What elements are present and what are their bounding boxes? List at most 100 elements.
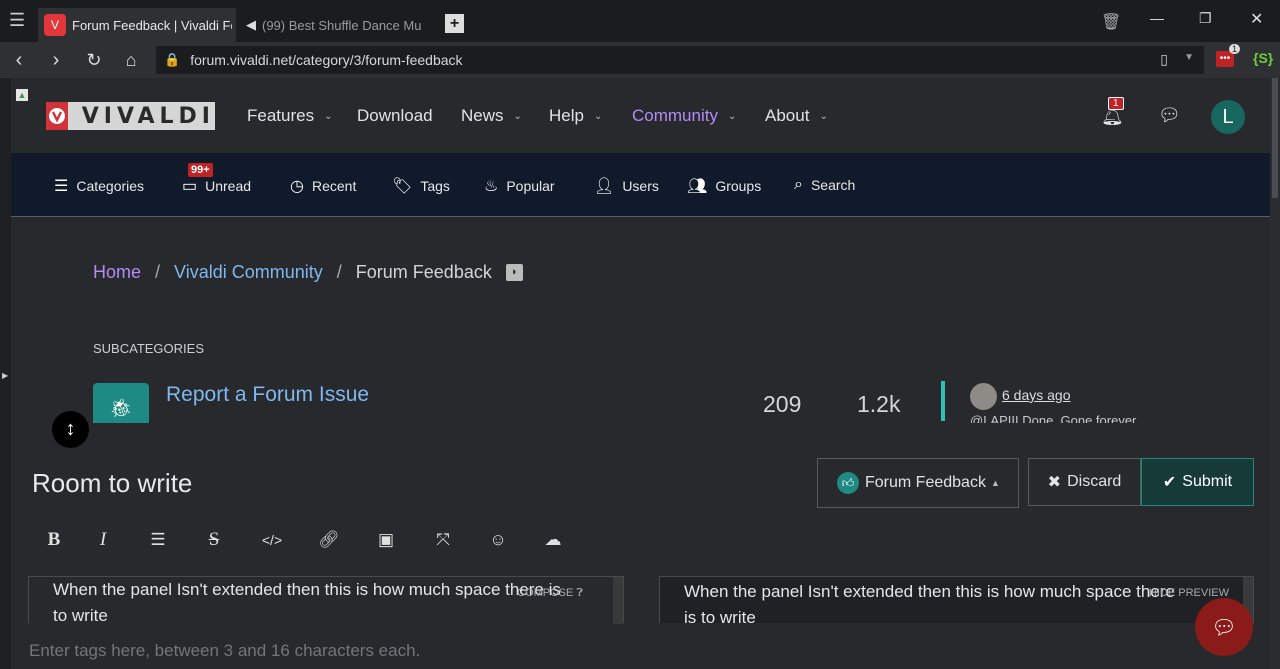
nav-label: Download xyxy=(357,106,433,125)
nav-label: About xyxy=(765,106,810,125)
catbar-users[interactable]: 👤︎ Users xyxy=(594,176,659,196)
fire-icon: ♨ xyxy=(484,178,499,195)
catbar-tags[interactable]: 🏷︎ Tags xyxy=(392,176,450,196)
nav-community[interactable]: Community ⌄ xyxy=(632,106,736,126)
catbar-label: Recent xyxy=(311,178,357,194)
catbar-groups[interactable]: 👥︎ Groups xyxy=(687,176,761,196)
bold-icon[interactable]: B xyxy=(42,528,66,552)
category-selector[interactable]: 👍︎ Forum Feedback ▲ xyxy=(817,458,1019,508)
strikethrough-icon[interactable]: S xyxy=(202,528,226,552)
nav-help[interactable]: Help ⌄ xyxy=(549,106,602,126)
chevron-down-icon[interactable]: ▼ xyxy=(1184,52,1194,63)
compose-textarea[interactable]: When the panel Isn't extended then this … xyxy=(28,576,624,625)
chat-fab-button[interactable]: 💬︎ xyxy=(1195,598,1253,656)
nav-about[interactable]: About ⌄ xyxy=(765,106,828,126)
code-extension-icon[interactable]: {S} xyxy=(1253,50,1273,66)
last-poster-avatar[interactable] xyxy=(970,383,997,410)
chat-icon: 💬︎ xyxy=(1211,616,1237,639)
last-post-time-link[interactable]: 6 days ago xyxy=(1002,387,1071,403)
nav-features[interactable]: Features ⌄ xyxy=(247,106,332,126)
italic-icon[interactable]: I xyxy=(91,528,115,552)
close-icon: ✖ xyxy=(1047,474,1062,491)
vivaldi-menu-icon[interactable]: ☰ xyxy=(9,10,25,31)
breadcrumb-home[interactable]: Home xyxy=(93,262,141,283)
catbar-label: Groups xyxy=(715,178,762,194)
catbar-popular[interactable]: ♨ Popular xyxy=(484,176,555,196)
reload-button[interactable]: ↻ xyxy=(82,48,106,72)
subcategory-title-link[interactable]: Report a Forum Issue xyxy=(166,383,369,407)
bookmark-icon[interactable]: ▯ xyxy=(1160,51,1168,68)
resize-handle-icon[interactable]: ↕ xyxy=(52,411,89,448)
home-button[interactable]: ⌂ xyxy=(119,48,143,72)
forward-button[interactable]: › xyxy=(44,48,68,72)
catbar-search[interactable]: ⌕ Search xyxy=(794,176,855,194)
code-icon[interactable]: </> xyxy=(260,528,284,552)
chevron-down-icon: ⌄ xyxy=(513,110,522,122)
submit-label: Submit xyxy=(1182,473,1233,490)
user-avatar[interactable]: L xyxy=(1211,100,1245,134)
extension-badge: 1 xyxy=(1229,44,1241,54)
breadcrumb-community[interactable]: Vivaldi Community xyxy=(174,262,323,283)
back-button[interactable]: ‹ xyxy=(7,48,31,72)
vivaldi-logo[interactable]: VIVALDI xyxy=(46,102,215,130)
last-post-snippet: @LAPIII Done. Gone forever. xyxy=(970,413,1140,423)
link-icon[interactable]: 🔗︎ xyxy=(317,528,341,552)
breadcrumb: Home / Vivaldi Community / Forum Feedbac… xyxy=(93,262,523,283)
discard-label: Discard xyxy=(1067,473,1122,490)
nav-news[interactable]: News ⌄ xyxy=(461,106,522,126)
new-tab-button[interactable]: + xyxy=(445,14,464,33)
emoji-icon[interactable]: ☺ xyxy=(486,528,510,552)
site-header: ▲ VIVALDI Features ⌄ Download News ⌄ Help ⌄… xyxy=(11,78,1270,153)
catbar-recent[interactable]: ◷ Recent xyxy=(290,176,356,196)
chevron-down-icon: ⌄ xyxy=(324,110,333,122)
page-scrollbar[interactable] xyxy=(1270,78,1280,669)
list-icon[interactable]: ☰ xyxy=(146,528,170,552)
category-color-bar xyxy=(941,381,945,421)
url-text: forum.vivaldi.net/category/3/forum-feedb… xyxy=(190,52,463,68)
submit-button[interactable]: ✔ Submit xyxy=(1141,458,1254,506)
panel-gutter[interactable]: ▶ xyxy=(0,78,11,669)
browser-tab-bar: ☰ V Forum Feedback | Vivaldi Forum ◀ (99… xyxy=(0,0,1280,42)
panel-toggle-icon[interactable]: ▶ xyxy=(2,371,8,380)
caret-up-icon: ▲ xyxy=(990,478,1000,488)
fullscreen-icon[interactable]: ⤧ xyxy=(431,528,455,552)
upload-icon[interactable]: ☁ xyxy=(541,528,565,552)
category-selector-label: Forum Feedback xyxy=(865,474,986,491)
inbox-icon: ▭ xyxy=(182,178,198,195)
tab-label: Forum Feedback | Vivaldi Forum xyxy=(72,17,232,33)
subcategories-heading: SUBCATEGORIES xyxy=(93,341,205,356)
category-nav-bar: ☰ Categories ▭ Unread 99+ ◷ Recent 🏷︎ Tags ♨… xyxy=(11,153,1270,217)
tab-forum-feedback[interactable]: V Forum Feedback | Vivaldi Forum xyxy=(38,8,236,42)
users-icon: 👥︎ xyxy=(687,178,708,195)
hide-preview-button[interactable]: HIDE PREVIEW xyxy=(1149,587,1229,599)
discard-button[interactable]: ✖ Discard xyxy=(1028,458,1141,506)
web-page: ▲ VIVALDI Features ⌄ Download News ⌄ Help ⌄… xyxy=(11,78,1270,669)
scrollbar-thumb[interactable] xyxy=(1272,78,1278,198)
speaker-icon[interactable]: ◀ xyxy=(246,17,256,33)
list-icon: ☰ xyxy=(54,178,69,195)
preview-text: When the panel Isn't extended then this … xyxy=(684,582,1175,627)
close-window-button[interactable]: ✕ xyxy=(1250,9,1263,29)
compose-scrollbar[interactable] xyxy=(613,577,623,624)
nav-download[interactable]: Download xyxy=(357,106,433,126)
catbar-label: Users xyxy=(622,178,659,194)
chevron-down-icon: ⌄ xyxy=(727,110,737,122)
catbar-unread[interactable]: ▭ Unread xyxy=(182,176,251,196)
trash-icon[interactable]: 🗑 xyxy=(1101,12,1121,32)
maximize-button[interactable]: ❐ xyxy=(1199,10,1212,27)
minimize-button[interactable]: — xyxy=(1150,10,1164,26)
tab-label: (99) Best Shuffle Dance Music xyxy=(262,17,422,33)
tab-shuffle-dance[interactable]: ◀ (99) Best Shuffle Dance Music xyxy=(240,8,436,42)
url-field[interactable]: 🔒 forum.vivaldi.net/category/3/forum-fee… xyxy=(156,46,1204,74)
composer-title-input[interactable]: Room to write xyxy=(32,468,192,499)
rss-icon[interactable]: ◗ xyxy=(505,264,523,281)
chat-bubble-icon[interactable]: 💬︎ xyxy=(1158,105,1181,126)
image-icon[interactable]: ▣ xyxy=(374,528,398,552)
address-bar: ‹ › ↻ ⌂ 🔒 forum.vivaldi.net/category/3/f… xyxy=(0,42,1280,78)
tags-input[interactable] xyxy=(29,641,629,661)
catbar-categories[interactable]: ☰ Categories xyxy=(54,176,144,196)
compose-help[interactable]: COMPOSE ❓︎ xyxy=(517,587,583,600)
question-icon: ❓︎ xyxy=(576,587,583,599)
breadcrumb-current: Forum Feedback xyxy=(355,262,492,282)
lock-icon: 🔒 xyxy=(164,52,181,67)
